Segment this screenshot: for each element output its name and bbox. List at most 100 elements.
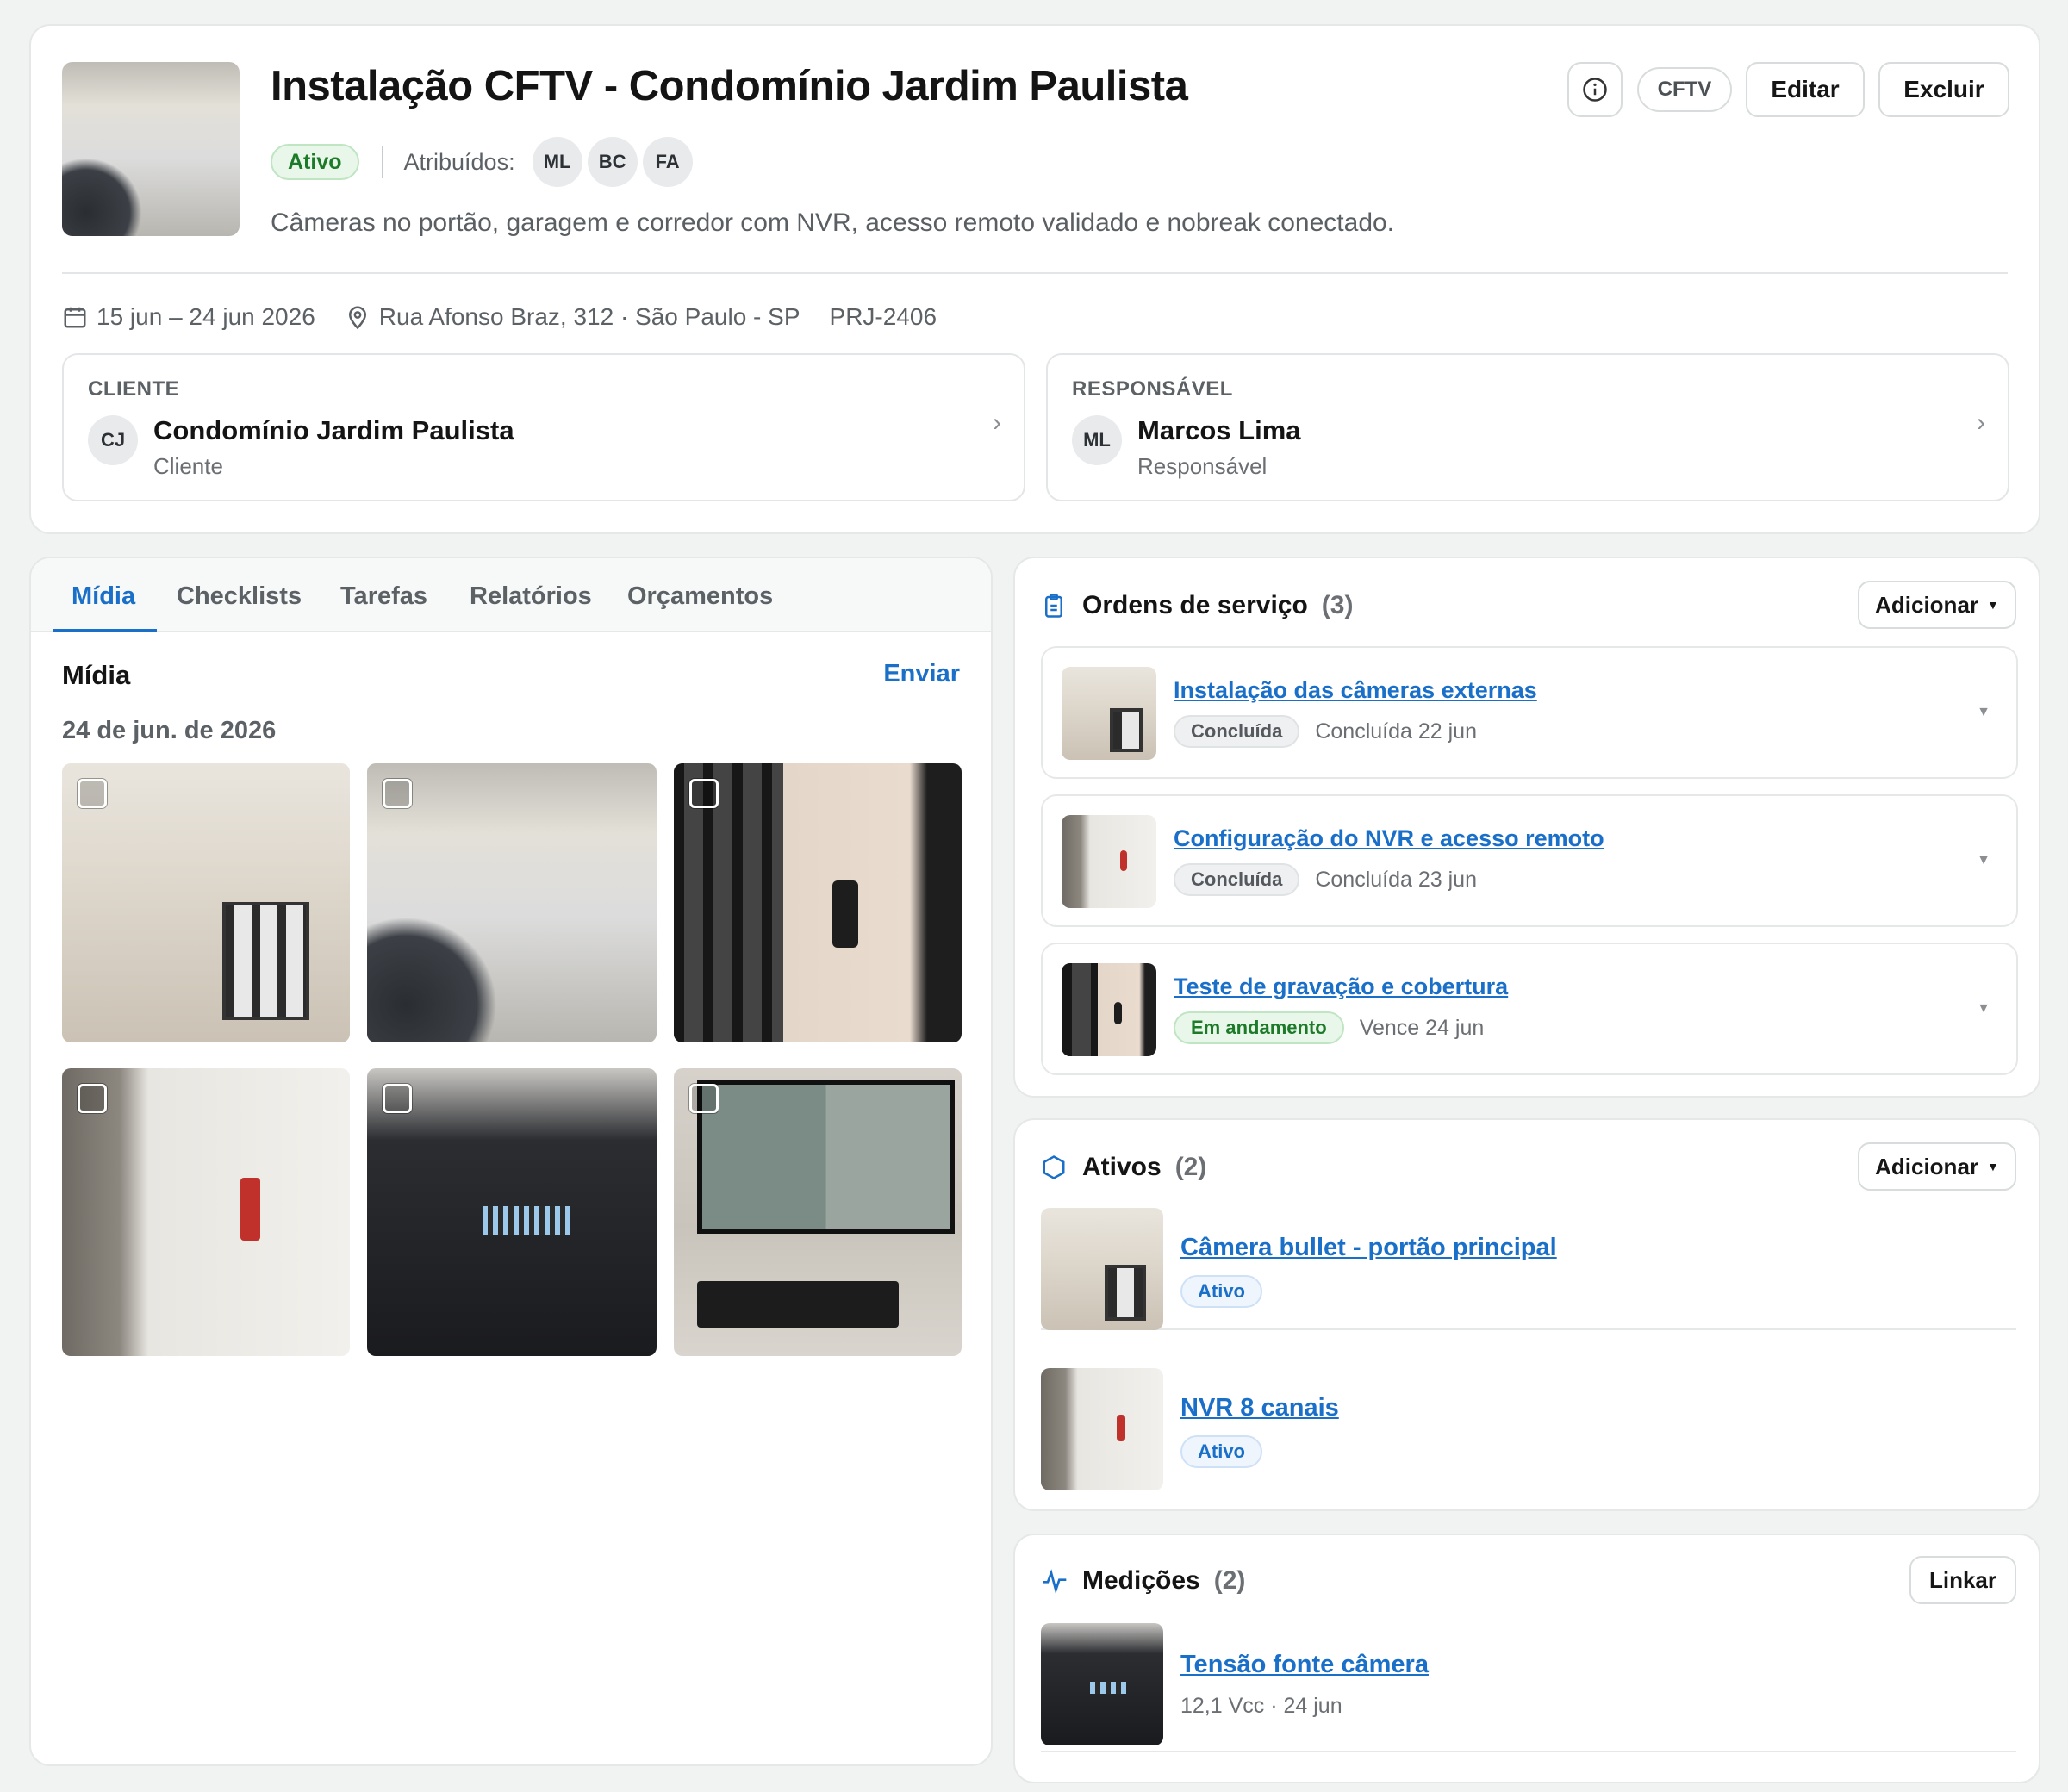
service-order-date: Concluída 22 jun [1315, 719, 1477, 744]
service-order-meta: Em andamento Vence 24 jun [1174, 1011, 1484, 1044]
asset-title-link[interactable]: Câmera bullet - portão principal [1180, 1234, 1557, 1262]
service-order-thumbnail [1062, 963, 1156, 1056]
tab-quotes[interactable]: Orçamentos [627, 582, 773, 611]
client-card[interactable]: CLIENTE CJ Condomínio Jardim Paulista Cl… [62, 353, 1025, 501]
service-order-item[interactable]: Instalação das câmeras externas Concluíd… [1041, 646, 2018, 779]
media-select-checkbox[interactable] [383, 1084, 412, 1113]
chevron-down-icon[interactable]: ▼ [1977, 1001, 1990, 1017]
service-order-meta: Concluída Concluída 22 jun [1174, 715, 1477, 748]
project-dates: 15 jun – 24 jun 2026 [97, 303, 315, 330]
media-select-checkbox[interactable] [78, 1084, 107, 1113]
service-orders-card: Ordens de serviço (3) Adicionar ▼ Instal… [1013, 557, 2040, 1098]
assignee-avatar-ml[interactable]: ML [532, 137, 582, 187]
service-order-thumbnail [1062, 667, 1156, 760]
caret-down-icon: ▼ [1987, 598, 1999, 612]
tab-tasks[interactable]: Tarefas [340, 582, 427, 611]
tab-reports[interactable]: Relatórios [470, 582, 592, 611]
measurement-title-link[interactable]: Tensão fonte câmera [1180, 1651, 1429, 1679]
page-title: Instalação CFTV - Condomínio Jardim Paul… [271, 63, 1188, 109]
media-select-checkbox[interactable] [383, 779, 412, 808]
asset-item[interactable]: NVR 8 canais Ativo [1041, 1368, 2016, 1490]
service-order-date: Concluída 23 jun [1315, 867, 1477, 892]
responsible-role: Responsável [1137, 453, 1268, 479]
tab-checklists[interactable]: Checklists [177, 582, 302, 611]
asset-thumbnail [1041, 1368, 1163, 1490]
client-name: Condomínio Jardim Paulista [153, 415, 514, 445]
service-orders-title: Ordens de serviço [1082, 591, 1308, 619]
service-order-thumbnail [1062, 815, 1156, 908]
measurement-item[interactable]: Tensão fonte câmera 12,1 Vcc · 24 jun [1041, 1623, 2016, 1752]
client-avatar: CJ [88, 415, 138, 465]
info-button[interactable] [1567, 62, 1623, 117]
media-thumbnail[interactable] [674, 1068, 962, 1356]
service-order-item[interactable]: Configuração do NVR e acesso remoto Conc… [1041, 794, 2018, 927]
clipboard-icon [1045, 594, 1062, 618]
assignee-avatar-bc[interactable]: BC [587, 137, 638, 187]
measurement-value: 12,1 Vcc · 24 jun [1180, 1694, 1342, 1718]
service-order-title-link[interactable]: Configuração do NVR e acesso remoto [1174, 825, 1604, 852]
assets-header: Ativos (2) [1041, 1153, 1206, 1182]
media-thumbnail[interactable] [62, 763, 350, 1042]
media-thumbnail[interactable] [367, 1068, 657, 1356]
service-order-date: Vence 24 jun [1359, 1015, 1485, 1040]
add-button-label: Adicionar [1875, 591, 1979, 618]
service-order-title-link[interactable]: Instalação das câmeras externas [1174, 677, 1537, 704]
media-select-checkbox[interactable] [78, 779, 107, 808]
measurements-header: Medições (2) [1041, 1566, 1245, 1596]
project-description: Câmeras no portão, garagem e corredor co… [271, 208, 1395, 237]
measurements-card: Medições (2) Linkar Tensão fonte câmera … [1013, 1534, 2040, 1783]
project-address: Rua Afonso Braz, 312 · São Paulo - SP [378, 303, 800, 330]
delete-button[interactable]: Excluir [1878, 62, 2009, 117]
assigned-label: Atribuídos: [403, 148, 515, 175]
edit-button[interactable]: Editar [1746, 62, 1865, 117]
responsible-name: Marcos Lima [1137, 415, 1301, 445]
project-code: PRJ-2406 [829, 303, 937, 330]
status-row: Ativo Atribuídos: ML BC FA [271, 136, 693, 188]
service-order-title-link[interactable]: Teste de gravação e cobertura [1174, 974, 1508, 1000]
status-badge: Ativo [1180, 1435, 1262, 1468]
tag-chip[interactable]: CFTV [1637, 67, 1732, 112]
measurement-thumbnail [1041, 1623, 1163, 1745]
link-measurement-button[interactable]: Linkar [1909, 1556, 2016, 1604]
media-select-checkbox[interactable] [689, 779, 719, 808]
status-badge: Em andamento [1174, 1011, 1344, 1044]
service-orders-count: (3) [1321, 591, 1354, 619]
project-header-card: Instalação CFTV - Condomínio Jardim Paul… [29, 24, 2040, 534]
tab-active-indicator [53, 629, 157, 632]
add-asset-button[interactable]: Adicionar ▼ [1858, 1142, 2016, 1191]
media-thumbnail[interactable] [367, 763, 657, 1042]
asset-thumbnail [1041, 1208, 1163, 1330]
responsible-section-label: RESPONSÁVEL [1072, 377, 1233, 401]
chevron-down-icon[interactable]: ▼ [1977, 853, 1990, 868]
asset-title-link[interactable]: NVR 8 canais [1180, 1394, 1339, 1422]
project-cover-image[interactable] [62, 62, 240, 236]
hexagon-icon [1043, 1155, 1065, 1179]
upload-link[interactable]: Enviar [883, 660, 960, 688]
responsible-avatar: ML [1072, 415, 1122, 465]
client-section-label: CLIENTE [88, 377, 180, 401]
chevron-right-icon: › [1977, 408, 1985, 437]
location-pin-icon [348, 306, 366, 330]
chevron-down-icon[interactable]: ▼ [1977, 705, 1990, 720]
measurements-count: (2) [1213, 1566, 1246, 1595]
header-divider [62, 272, 2008, 274]
asset-item[interactable]: Câmera bullet - portão principal Ativo [1041, 1208, 2016, 1330]
caret-down-icon: ▼ [1987, 1160, 1999, 1173]
media-thumbnail[interactable] [674, 763, 962, 1042]
chevron-right-icon: › [993, 408, 1001, 437]
tab-media[interactable]: Mídia [72, 582, 135, 611]
activity-icon [1043, 1569, 1067, 1595]
media-select-checkbox[interactable] [689, 1084, 719, 1113]
divider [381, 146, 383, 178]
add-button-label: Adicionar [1875, 1153, 1979, 1179]
status-badge: Ativo [271, 144, 359, 180]
measurements-title: Medições [1082, 1566, 1200, 1595]
media-thumbnail[interactable] [62, 1068, 350, 1356]
info-icon [1583, 78, 1607, 102]
responsible-card[interactable]: RESPONSÁVEL ML Marcos Lima Responsável › [1046, 353, 2009, 501]
status-badge: Ativo [1180, 1275, 1262, 1308]
service-order-item[interactable]: Teste de gravação e cobertura Em andamen… [1041, 943, 2018, 1075]
add-service-order-button[interactable]: Adicionar ▼ [1858, 581, 2016, 629]
service-orders-header: Ordens de serviço (3) [1041, 591, 1353, 620]
assignee-avatar-fa[interactable]: FA [642, 137, 693, 187]
